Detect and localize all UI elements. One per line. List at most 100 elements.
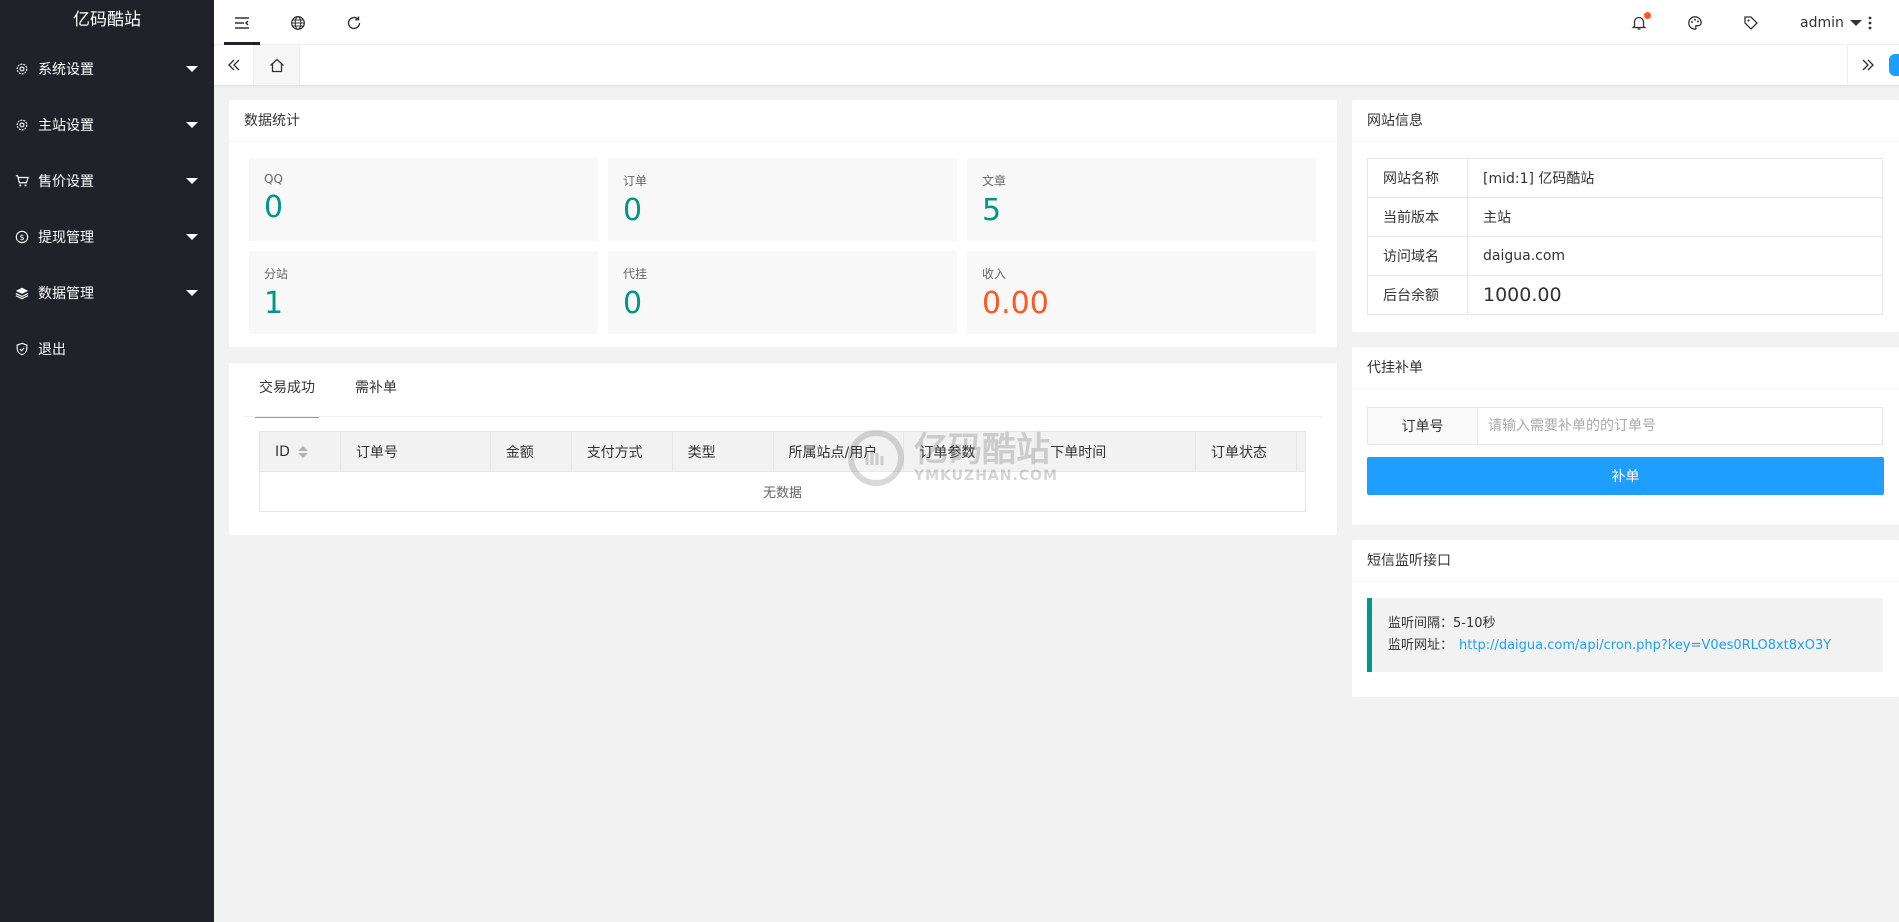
column-type: 类型 [671, 431, 774, 472]
sort-icon[interactable] [297, 445, 308, 458]
more-button[interactable] [1850, 0, 1890, 45]
double-chevron-right-icon [1862, 59, 1874, 71]
theme-button[interactable] [1667, 0, 1723, 45]
caret-down-icon [186, 234, 198, 240]
globe-icon [291, 15, 305, 30]
sidebar-item-data-management[interactable]: 数据管理 [0, 265, 214, 321]
info-value-site-name: [mid:1] 亿码酷站 [1467, 158, 1883, 198]
sidebar-item-main-site-settings[interactable]: 主站设置 [0, 97, 214, 153]
stats-card-title: 数据统计 [229, 100, 1337, 142]
supplement-card: 代挂补单 订单号 补单 [1352, 347, 1899, 525]
logo[interactable]: 亿码酷站 [0, 0, 214, 41]
top-header: admin [214, 0, 1899, 45]
sms-interval-label: 监听间隔： [1388, 616, 1454, 631]
notification-dot [1644, 12, 1651, 19]
column-status: 订单状态 [1195, 431, 1297, 472]
more-vertical-icon [1868, 16, 1872, 29]
tab-home[interactable] [254, 45, 300, 85]
tabs-scroll-right-button[interactable] [1847, 45, 1887, 85]
stat-value: 0.00 [982, 286, 1049, 321]
gear-icon [14, 117, 30, 133]
stat-label: 文章 [982, 174, 1007, 188]
supplement-button[interactable]: 补单 [1367, 457, 1884, 495]
refresh-icon [347, 16, 361, 29]
home-icon [269, 58, 284, 72]
table-row: 网站名称 [mid:1] 亿码酷站 [1367, 158, 1883, 198]
page-tabs-bar [214, 45, 1899, 86]
column-amount: 金额 [489, 431, 572, 472]
stat-value: 0 [264, 190, 284, 225]
info-key: 访问域名 [1367, 236, 1468, 276]
tabs-action-handle[interactable] [1889, 54, 1899, 76]
sidebar-item-logout[interactable]: 退出 [0, 321, 214, 377]
stat-qq: QQ 0 [249, 158, 598, 241]
info-value-domain[interactable]: daigua.com [1467, 236, 1883, 276]
sms-interval: 监听间隔：5-10秒 [1388, 613, 1883, 635]
stat-label: QQ [264, 172, 283, 186]
layers-icon [14, 285, 30, 301]
orders-table: ID 订单号 金额 支付方式 类型 所属站点/用户 订单参数 下单时间 订单状态… [259, 431, 1307, 512]
shield-icon [14, 341, 30, 357]
tabs-divider [244, 416, 1322, 417]
sidebar-item-price-settings[interactable]: 售价设置 [0, 153, 214, 209]
stat-value: 1 [264, 286, 284, 321]
stat-value: 5 [982, 193, 1002, 228]
double-chevron-left-icon [227, 59, 239, 71]
username: admin [1800, 14, 1844, 31]
tab-success[interactable]: 交易成功 [255, 379, 319, 418]
sidebar-item-label: 售价设置 [38, 174, 94, 190]
sms-card: 短信监听接口 监听间隔：5-10秒 监听网址： http://daigua.com… [1352, 540, 1899, 697]
menu-toggle-button[interactable] [214, 0, 270, 45]
caret-down-icon [186, 290, 198, 296]
sidebar-item-label: 系统设置 [38, 62, 94, 78]
sidebar-item-label: 退出 [38, 342, 66, 358]
sms-title: 短信监听接口 [1352, 540, 1899, 582]
stat-value: 0 [623, 193, 643, 228]
empty-text: 无数据 [259, 471, 1306, 512]
sms-url: 监听网址： http://daigua.com/api/cron.php?key=… [1388, 635, 1883, 657]
dollar-icon: $ [14, 229, 30, 245]
stat-daigua: 代挂 0 [608, 251, 957, 334]
sms-url-link[interactable]: http://daigua.com/api/cron.php?key=V0es0… [1459, 638, 1831, 653]
tabs-scroll-left-button[interactable] [214, 45, 254, 85]
stat-value: 0 [623, 286, 643, 321]
sidebar-item-label: 提现管理 [38, 230, 94, 246]
info-value-balance: 1000.00 [1467, 275, 1883, 315]
caret-down-icon [186, 66, 198, 72]
stat-label: 收入 [982, 267, 1007, 281]
notifications-button[interactable] [1611, 0, 1667, 45]
stat-income: 收入 0.00 [967, 251, 1316, 334]
column-payment: 支付方式 [570, 431, 673, 472]
sms-interval-value: 5-10秒 [1453, 616, 1496, 631]
stat-label: 代挂 [623, 267, 648, 281]
column-filler [1295, 431, 1307, 472]
sidebar-item-label: 主站设置 [38, 118, 94, 134]
stat-articles: 文章 5 [967, 158, 1316, 241]
note-button[interactable] [1723, 0, 1779, 45]
orders-tabs: 交易成功 需补单 [255, 379, 437, 418]
column-params: 订单参数 [903, 431, 1036, 472]
sidebar-item-label: 数据管理 [38, 286, 94, 302]
stat-label: 订单 [623, 174, 648, 188]
table-row: 后台余额 1000.00 [1367, 275, 1883, 315]
gear-icon [14, 61, 30, 77]
menu-fold-icon [235, 16, 249, 29]
order-no-input[interactable] [1478, 408, 1882, 444]
stats-card: 数据统计 QQ 0 订单 0 文章 5 分站 1 代挂 0 收入 0.00 [229, 100, 1337, 347]
sms-info-block: 监听间隔：5-10秒 监听网址： http://daigua.com/api/cr… [1367, 598, 1883, 672]
website-button[interactable] [270, 0, 326, 45]
sidebar-item-withdraw[interactable]: $ 提现管理 [0, 209, 214, 265]
tab-need-supplement[interactable]: 需补单 [355, 379, 397, 415]
column-time: 下单时间 [1034, 431, 1197, 472]
sidebar-item-system-settings[interactable]: 系统设置 [0, 41, 214, 97]
site-info-table: 网站名称 [mid:1] 亿码酷站 当前版本 主站 访问域名 daigua.co… [1367, 158, 1883, 315]
refresh-button[interactable] [326, 0, 382, 45]
column-id[interactable]: ID [259, 431, 341, 472]
info-key: 后台余额 [1367, 275, 1468, 315]
empty-row: 无数据 [259, 471, 1306, 512]
sms-url-label: 监听网址： [1388, 638, 1454, 653]
palette-icon [1688, 15, 1702, 30]
table-row: 当前版本 主站 [1367, 197, 1883, 237]
column-site-user: 所属站点/用户 [772, 431, 905, 472]
table-row: 访问域名 daigua.com [1367, 236, 1883, 276]
